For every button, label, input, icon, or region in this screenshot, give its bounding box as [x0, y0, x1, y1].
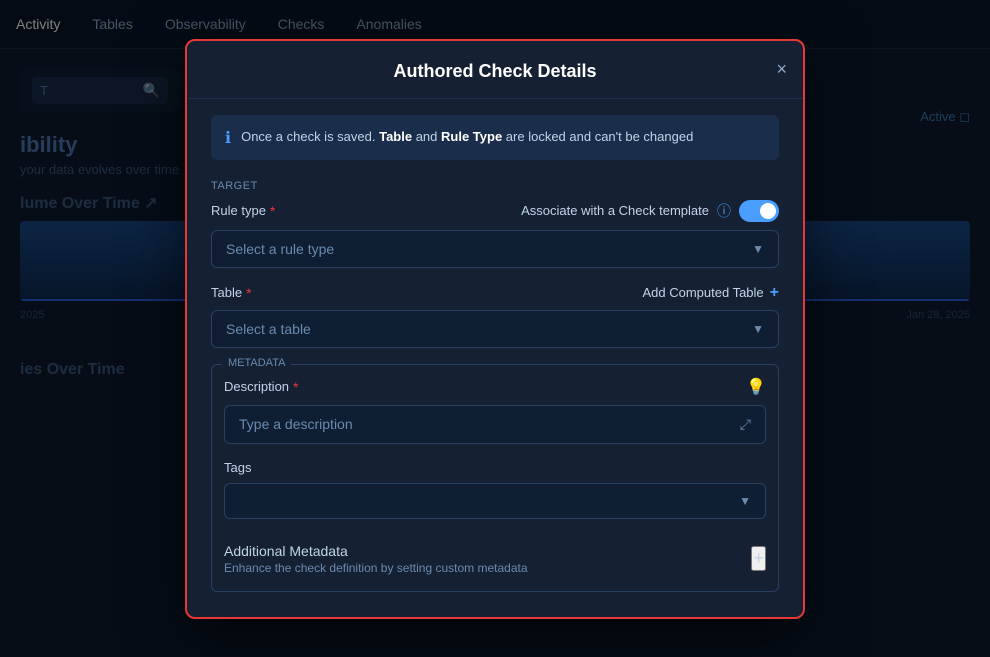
rule-type-chevron-icon: ▼ — [752, 242, 764, 256]
metadata-section: Metadata Description * 💡 Type a descript… — [211, 364, 779, 592]
tags-field-row: Tags — [224, 460, 766, 475]
tags-select[interactable]: ▼ — [224, 483, 766, 519]
metadata-section-label: Metadata — [222, 357, 291, 369]
rule-type-field-row: Rule type * Associate with a Check templ… — [211, 200, 779, 222]
info-banner-text: Once a check is saved. Table and Rule Ty… — [241, 127, 693, 147]
additional-metadata-add-button[interactable]: + — [751, 546, 766, 571]
modal-body: Target Rule type * Associate with a Chec… — [187, 176, 803, 619]
add-computed-table-label: Add Computed Table — [642, 285, 763, 300]
table-select[interactable]: Select a table ▼ — [211, 310, 779, 348]
rule-type-field-group: Rule type * Associate with a Check templ… — [211, 200, 779, 268]
associate-label: Associate with a Check template — [521, 203, 709, 218]
modal-header: Authored Check Details × — [187, 41, 803, 99]
description-label: Description * — [224, 379, 298, 395]
modal-overlay: Authored Check Details × ℹ Once a check … — [0, 0, 990, 657]
tags-field-group: Tags ▼ — [224, 460, 766, 519]
bulb-icon: 💡 — [746, 377, 766, 397]
rule-type-placeholder: Select a rule type — [226, 241, 334, 257]
description-field-group: Description * 💡 Type a description ⤢ — [224, 377, 766, 444]
rule-type-select[interactable]: Select a rule type ▼ — [211, 230, 779, 268]
info-banner: ℹ Once a check is saved. Table and Rule … — [211, 115, 779, 160]
rule-type-label: Rule type * — [211, 203, 275, 219]
table-required: * — [246, 285, 251, 301]
table-field-row: Table * Add Computed Table + — [211, 284, 779, 302]
info-icon: ℹ — [225, 128, 231, 148]
table-field-group: Table * Add Computed Table + Select a ta… — [211, 284, 779, 348]
tags-chevron-icon: ▼ — [739, 494, 751, 508]
associate-info-icon: ⓘ — [717, 201, 731, 221]
expand-icon: ⤢ — [740, 416, 751, 433]
table-label: Table * — [211, 285, 252, 301]
modal-close-button[interactable]: × — [776, 60, 787, 78]
associate-toggle-container: Associate with a Check template ⓘ — [521, 200, 779, 222]
add-computed-table-plus-icon: + — [770, 284, 779, 302]
description-input[interactable]: Type a description ⤢ — [224, 405, 766, 444]
additional-metadata-text: Additional Metadata Enhance the check de… — [224, 543, 528, 575]
modal-title: Authored Check Details — [393, 61, 596, 82]
target-section-label: Target — [211, 180, 779, 192]
tags-label: Tags — [224, 460, 251, 475]
description-required: * — [293, 379, 298, 395]
modal: Authored Check Details × ℹ Once a check … — [185, 39, 805, 619]
additional-metadata-subtitle: Enhance the check definition by setting … — [224, 561, 528, 575]
description-label-row: Description * 💡 — [224, 377, 766, 397]
table-placeholder: Select a table — [226, 321, 311, 337]
rule-type-required: * — [270, 203, 275, 219]
table-chevron-icon: ▼ — [752, 322, 764, 336]
additional-metadata-title: Additional Metadata — [224, 543, 528, 559]
associate-toggle[interactable] — [739, 200, 779, 222]
add-computed-table-action[interactable]: Add Computed Table + — [642, 284, 779, 302]
description-placeholder: Type a description — [239, 416, 353, 432]
additional-metadata-section: Additional Metadata Enhance the check de… — [224, 535, 766, 579]
